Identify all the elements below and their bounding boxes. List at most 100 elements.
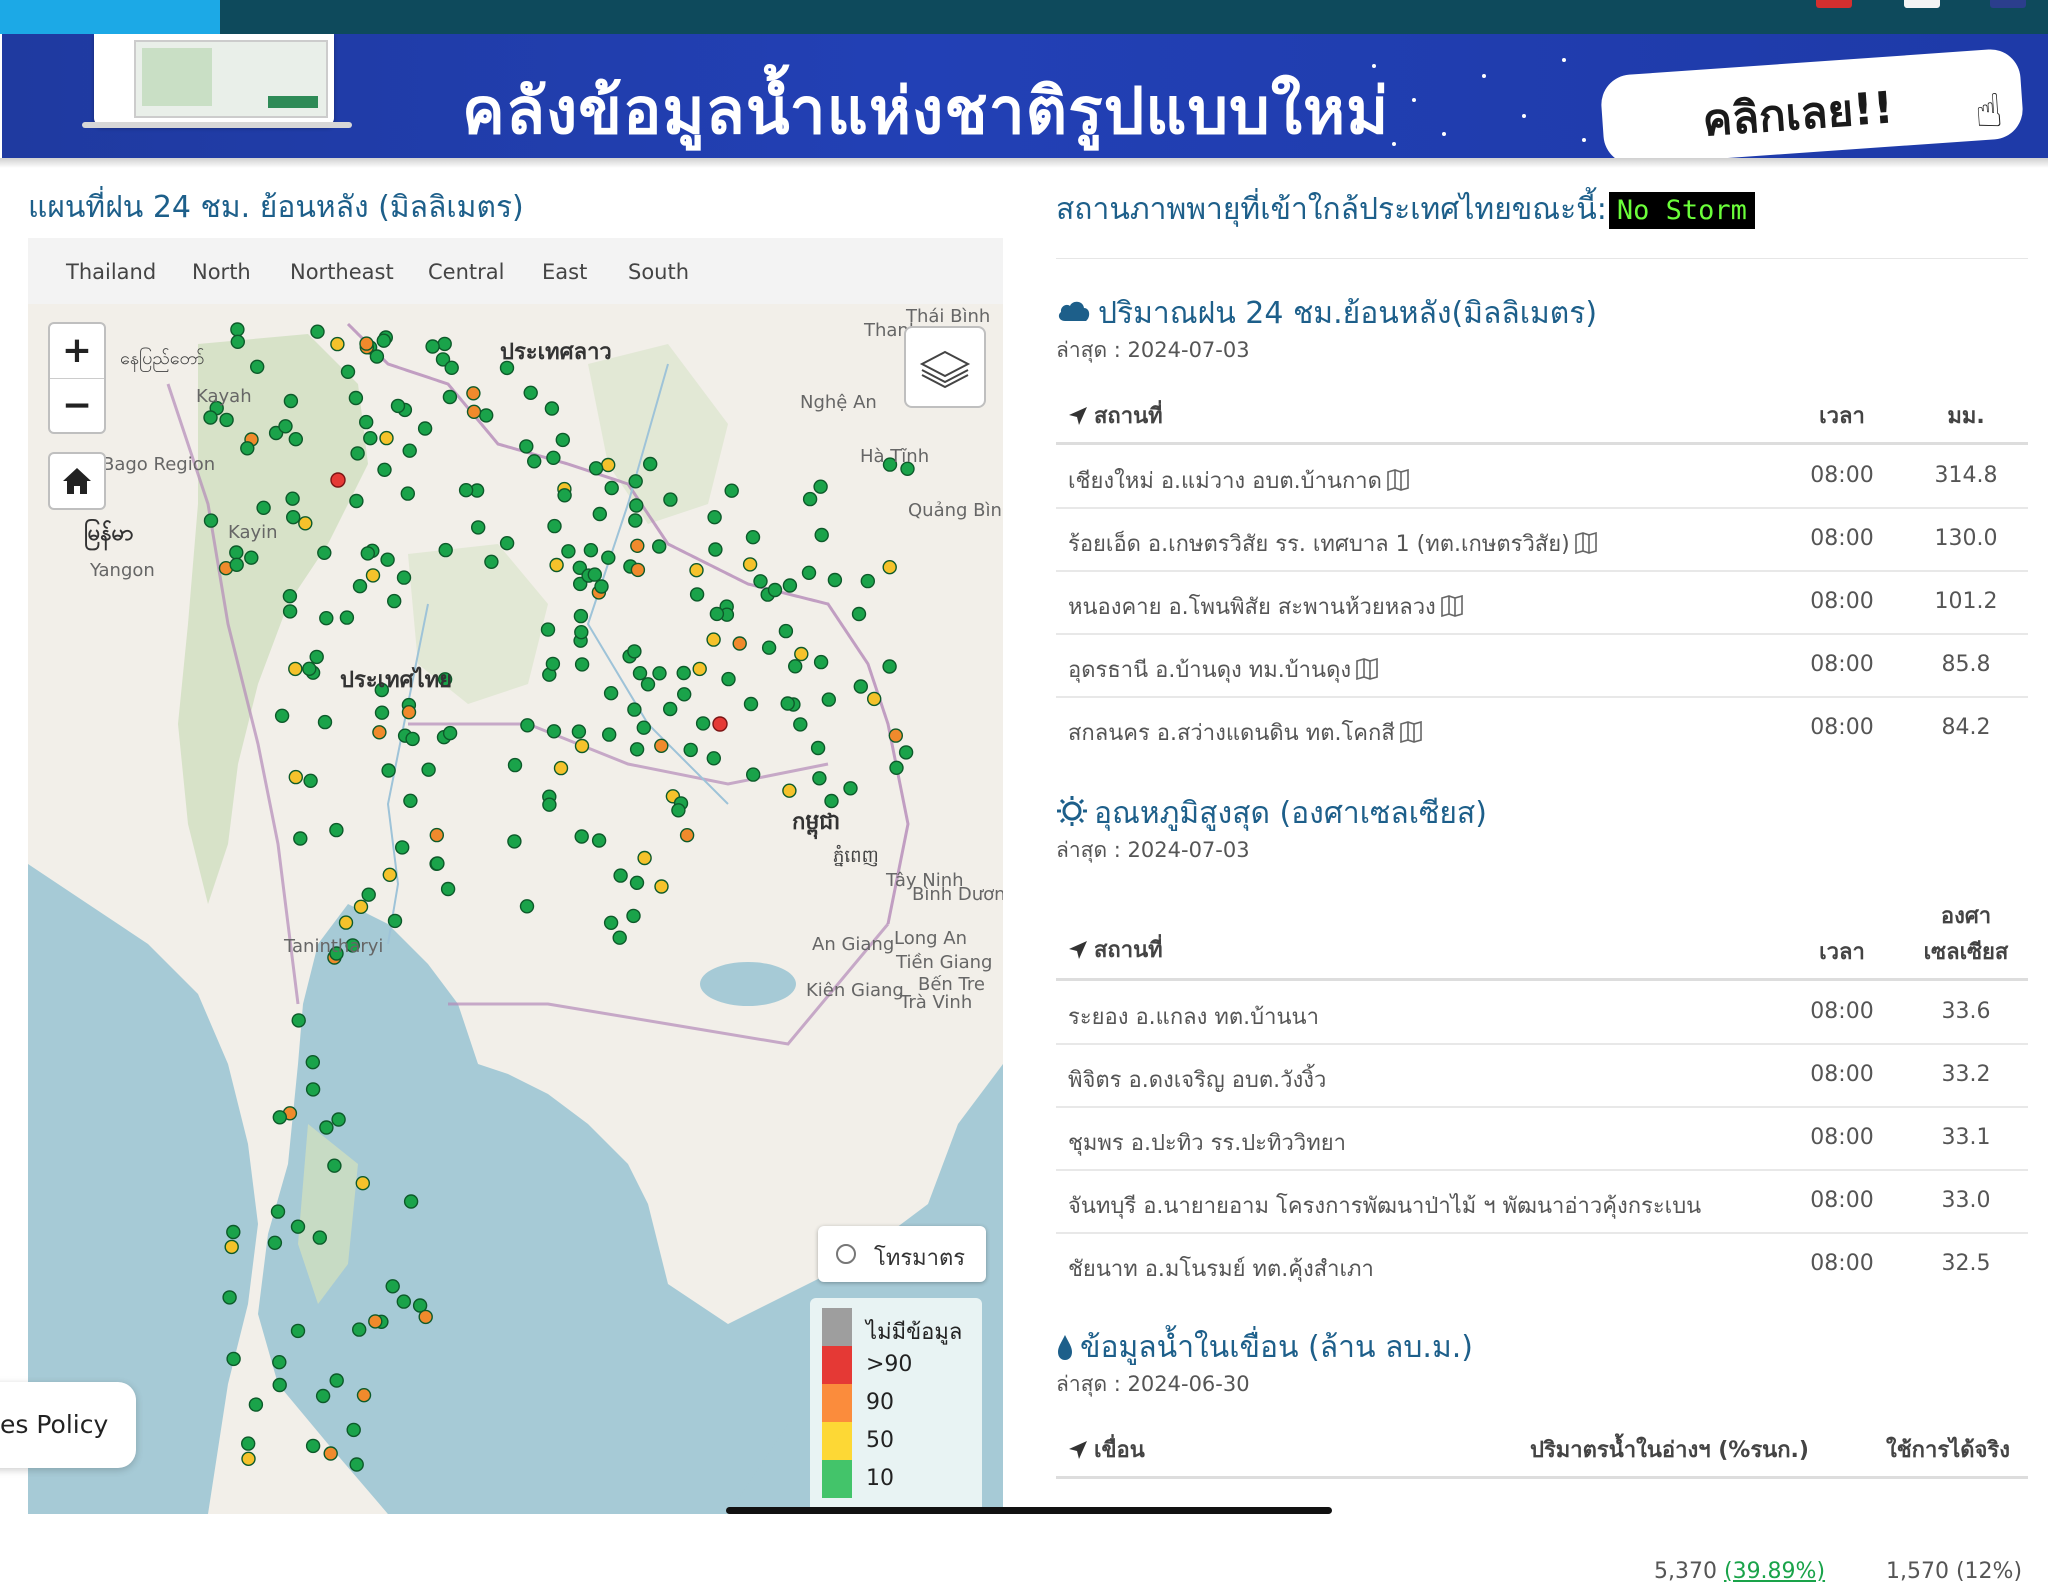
rain-station-marker[interactable] xyxy=(689,563,704,578)
rain-station-marker[interactable] xyxy=(329,822,344,838)
rain-station-marker[interactable] xyxy=(278,419,293,434)
rain-station-marker[interactable] xyxy=(272,1377,287,1393)
home-extent-button[interactable] xyxy=(48,452,106,510)
rain-station-marker[interactable] xyxy=(683,742,698,758)
rain-station-marker[interactable] xyxy=(561,544,576,559)
rain-station-marker[interactable] xyxy=(613,868,628,883)
rain-station-marker[interactable] xyxy=(630,538,645,554)
rain-station-marker[interactable] xyxy=(546,450,561,466)
rain-station-marker[interactable] xyxy=(761,640,777,655)
map-book-icon[interactable] xyxy=(1386,469,1410,491)
rain-station-marker[interactable] xyxy=(640,677,656,692)
rain-station-marker[interactable] xyxy=(706,632,721,647)
rain-station-marker[interactable] xyxy=(230,322,245,337)
rain-station-marker[interactable] xyxy=(282,604,298,619)
rain-station-marker[interactable] xyxy=(724,483,739,498)
rain-station-marker[interactable] xyxy=(203,513,219,528)
rain-station-marker[interactable] xyxy=(298,516,313,531)
rain-station-marker[interactable] xyxy=(882,560,897,575)
col-volume[interactable]: ปริมาตรน้ำในอ่างฯ (%รนก.) xyxy=(1530,1432,1809,1467)
col-celsius-line2[interactable]: เซลเซียส xyxy=(1906,934,2026,969)
rain-station-marker[interactable] xyxy=(425,339,440,354)
rain-station-marker[interactable] xyxy=(219,412,234,428)
zoom-out-button[interactable]: − xyxy=(50,378,104,433)
layers-button[interactable] xyxy=(904,326,986,408)
rain-station-marker[interactable] xyxy=(309,649,324,665)
col-celsius-line1[interactable]: องศา xyxy=(1916,898,2016,933)
rain-station-marker[interactable] xyxy=(603,686,619,701)
rain-station-marker[interactable] xyxy=(226,1351,241,1367)
nav-accent-block[interactable] xyxy=(0,0,220,34)
rain-station-marker[interactable] xyxy=(240,1436,256,1451)
col-rain-mm[interactable]: มม. xyxy=(1916,398,2016,433)
table-row[interactable]: สกลนคร อ.สว่างแดนดิน ทต.โคกสี 08:00 84.2 xyxy=(1056,697,2028,759)
rain-station-marker[interactable] xyxy=(629,875,645,890)
rain-station-marker[interactable] xyxy=(374,705,390,720)
rain-station-marker[interactable] xyxy=(402,443,417,458)
rain-station-marker[interactable] xyxy=(346,1422,361,1438)
rain-station-marker[interactable] xyxy=(319,1120,334,1135)
rain-station-marker[interactable] xyxy=(363,430,378,446)
rain-station-marker[interactable] xyxy=(546,724,562,739)
rain-station-marker[interactable] xyxy=(400,486,415,501)
rain-station-marker[interactable] xyxy=(746,767,761,782)
rain-station-marker[interactable] xyxy=(440,881,456,897)
rain-station-marker[interactable] xyxy=(802,491,818,507)
rain-station-marker[interactable] xyxy=(302,661,317,676)
col-time[interactable]: เวลา xyxy=(1792,398,1892,433)
rain-station-marker[interactable] xyxy=(350,446,365,461)
cookie-policy-popup[interactable]: es Policy xyxy=(0,1382,136,1468)
col-place[interactable]: สถานที่ xyxy=(1068,398,1163,433)
rain-station-marker[interactable] xyxy=(743,696,759,712)
rain-station-marker[interactable] xyxy=(654,738,669,753)
rain-station-marker[interactable] xyxy=(882,659,897,674)
rain-station-marker[interactable] xyxy=(654,879,669,894)
rain-station-marker[interactable] xyxy=(327,1158,342,1173)
rain-station-marker[interactable] xyxy=(267,1235,283,1250)
rain-station-marker[interactable] xyxy=(888,728,903,743)
rain-station-marker[interactable] xyxy=(352,579,368,594)
rain-station-marker[interactable] xyxy=(594,579,609,594)
rain-station-marker[interactable] xyxy=(499,535,515,551)
rain-station-marker[interactable] xyxy=(695,716,711,731)
rain-station-marker[interactable] xyxy=(387,593,402,609)
rain-station-marker[interactable] xyxy=(437,336,452,352)
rain-station-marker[interactable] xyxy=(628,513,643,528)
rain-station-marker[interactable] xyxy=(778,623,794,639)
rain-station-marker[interactable] xyxy=(788,659,803,674)
rain-station-marker[interactable] xyxy=(742,557,758,572)
rain-station-marker[interactable] xyxy=(549,557,564,573)
map-book-icon[interactable] xyxy=(1399,721,1423,743)
rain-station-marker[interactable] xyxy=(385,1279,400,1294)
rain-station-marker[interactable] xyxy=(331,1112,346,1127)
rain-station-marker[interactable] xyxy=(229,557,244,572)
rain-station-marker[interactable] xyxy=(555,432,570,448)
rain-station-marker[interactable] xyxy=(349,493,364,509)
rain-station-marker[interactable] xyxy=(794,646,809,662)
rain-station-marker[interactable] xyxy=(379,430,394,446)
rain-station-marker[interactable] xyxy=(270,1204,286,1219)
rain-station-marker[interactable] xyxy=(636,720,651,735)
rain-station-marker[interactable] xyxy=(708,542,723,557)
rain-station-marker[interactable] xyxy=(629,498,644,513)
rain-station-marker[interactable] xyxy=(745,529,761,545)
rain-station-marker[interactable] xyxy=(544,401,560,416)
rain-station-marker[interactable] xyxy=(381,763,396,778)
rain-station-marker[interactable] xyxy=(810,740,826,756)
rain-station-marker[interactable] xyxy=(814,527,829,543)
banner-cta-button[interactable]: คลิกเลย!! ☝ xyxy=(1599,47,2025,158)
rain-station-marker[interactable] xyxy=(780,696,795,711)
rain-station-marker[interactable] xyxy=(721,671,736,687)
table-row[interactable]: อุดรธานี อ.บ้านดุง ทม.บ้านดุง 08:00 85.8 xyxy=(1056,634,2028,698)
col-place[interactable]: สถานที่ xyxy=(1068,932,1163,967)
rain-station-marker[interactable] xyxy=(591,833,607,848)
rain-station-marker[interactable] xyxy=(249,359,265,374)
rain-station-marker[interactable] xyxy=(274,708,290,723)
rain-station-marker[interactable] xyxy=(387,913,403,929)
rain-station-marker[interactable] xyxy=(356,1387,372,1403)
rain-station-marker[interactable] xyxy=(692,661,707,677)
rain-station-marker[interactable] xyxy=(240,441,255,456)
rain-station-marker[interactable] xyxy=(782,783,797,798)
rain-station-marker[interactable] xyxy=(348,390,364,406)
rain-station-marker[interactable] xyxy=(203,410,218,425)
